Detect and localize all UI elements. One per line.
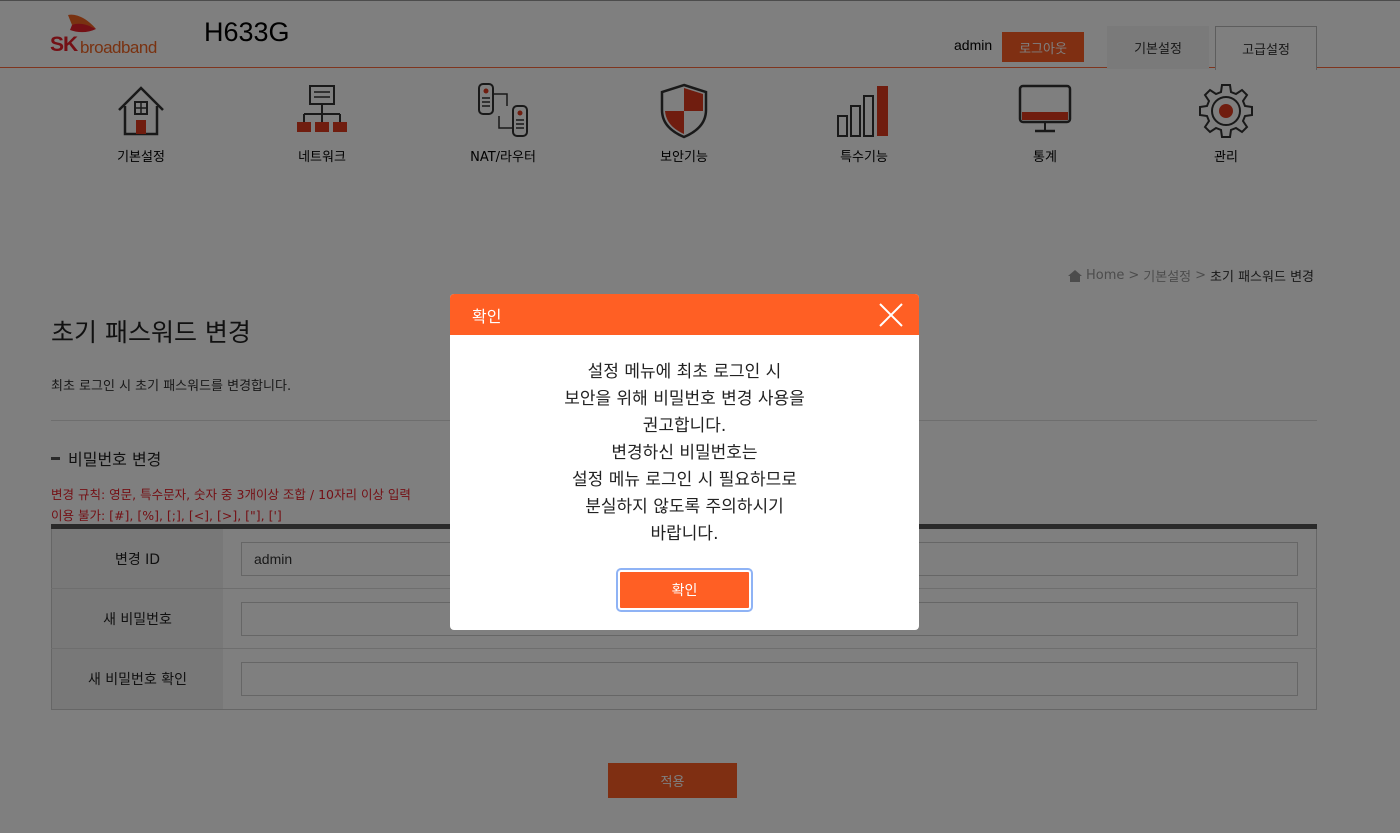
dialog-header: 확인 <box>450 294 919 335</box>
dialog-message-line: 바랍니다. <box>650 524 719 544</box>
dialog-message-line: 설정 메뉴 로그인 시 필요하므로 <box>572 470 797 490</box>
dialog-body: 설정 메뉴에 최초 로그인 시 보안을 위해 비밀번호 변경 사용을 권고합니다… <box>450 335 919 612</box>
dialog-message-line: 변경하신 비밀번호는 <box>611 443 758 463</box>
dialog-ok-button[interactable]: 확인 <box>616 568 753 612</box>
dialog-title: 확인 <box>472 307 502 326</box>
dialog-message-line: 설정 메뉴에 최초 로그인 시 <box>587 362 782 382</box>
dialog-message-line: 보안을 위해 비밀번호 변경 사용을 <box>564 389 805 409</box>
close-icon[interactable] <box>877 301 905 329</box>
dialog-message-line: 분실하지 않도록 주의하시기 <box>585 497 784 517</box>
confirm-dialog: 확인 설정 메뉴에 최초 로그인 시 보안을 위해 비밀번호 변경 사용을 권고… <box>450 294 919 630</box>
dialog-message-line: 권고합니다. <box>642 416 727 436</box>
